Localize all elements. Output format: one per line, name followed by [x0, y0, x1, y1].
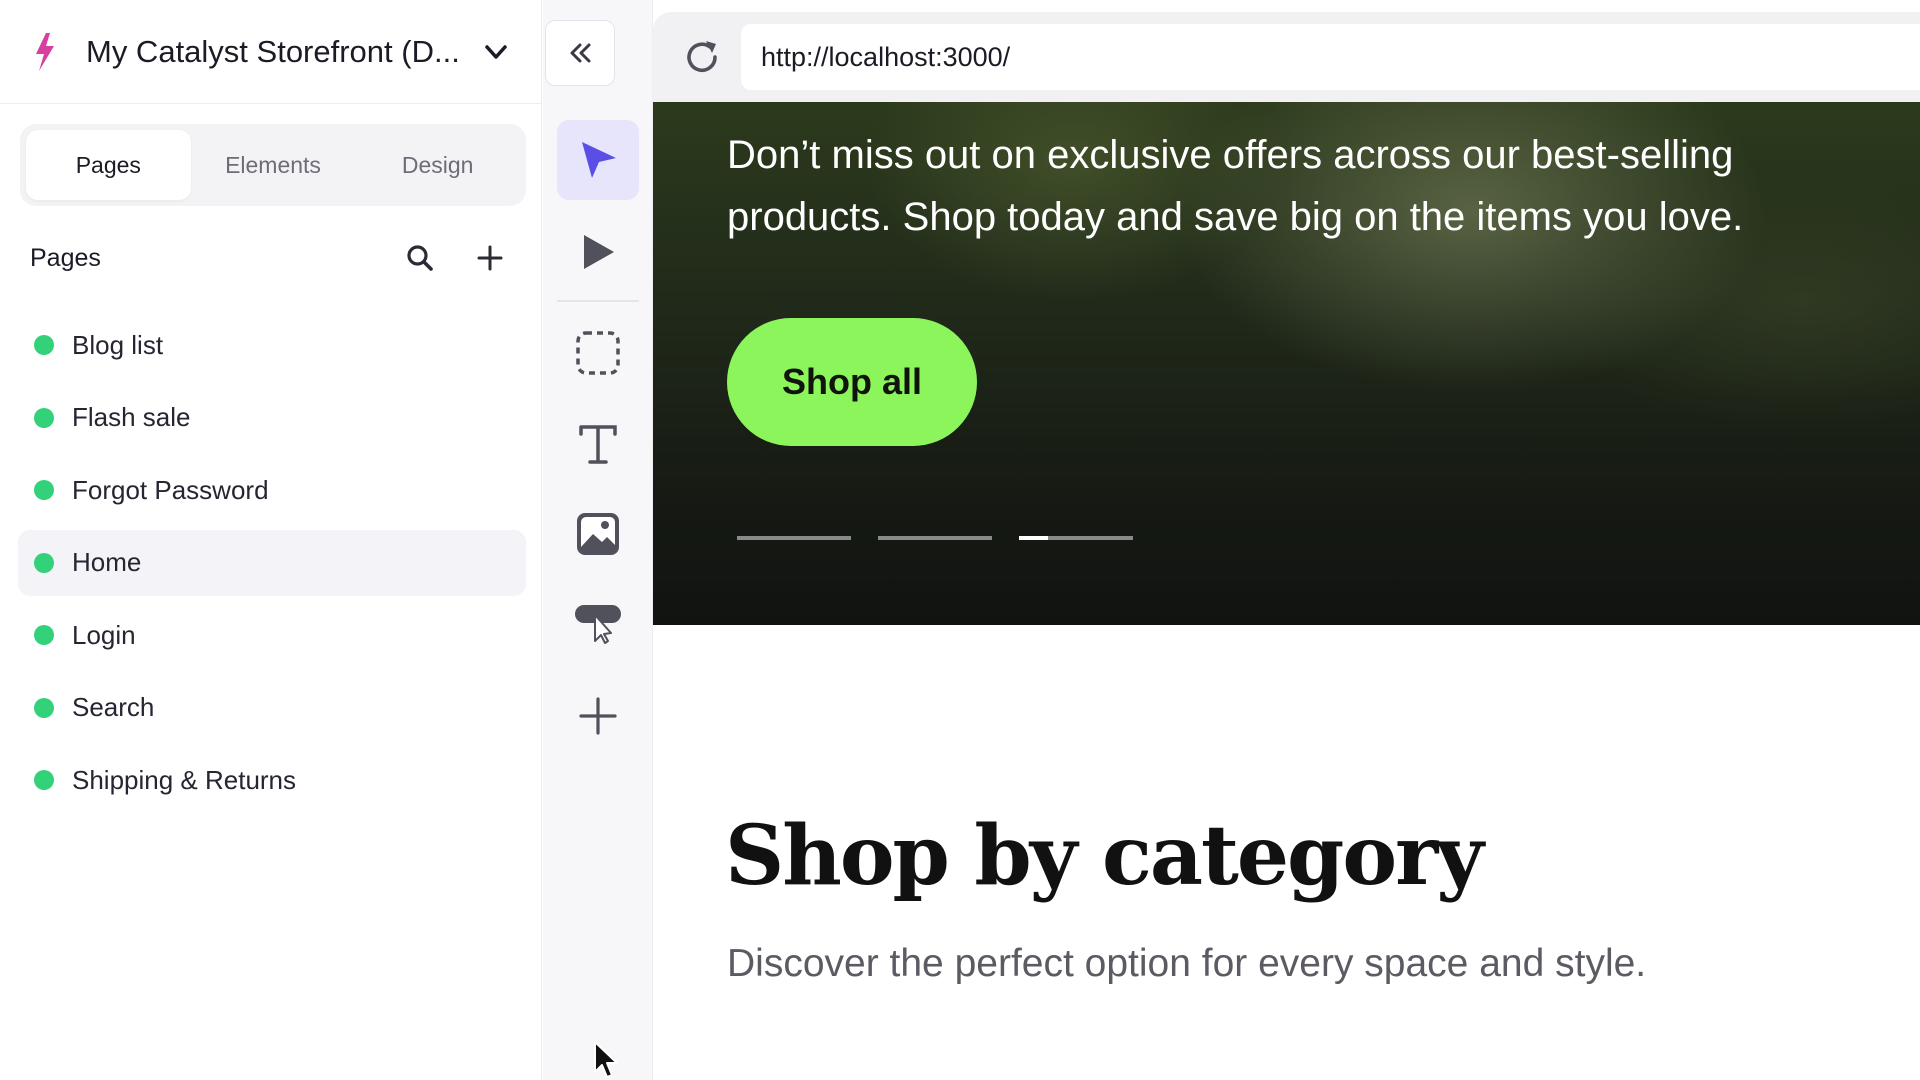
select-tool[interactable]: [557, 120, 639, 200]
plus-icon: [477, 245, 503, 271]
page-item-shipping-returns[interactable]: Shipping & Returns: [18, 747, 526, 813]
lightning-bolt-icon: [36, 32, 54, 71]
plus-icon: [579, 697, 617, 735]
page-label: Flash sale: [72, 402, 191, 432]
pages-heading: Pages: [30, 243, 101, 272]
status-dot: [34, 552, 54, 573]
search-pages-button[interactable]: [398, 236, 442, 280]
text-tool[interactable]: [557, 404, 639, 484]
carousel-indicator-3[interactable]: [1019, 536, 1133, 540]
status-dot: [34, 480, 54, 500]
page-label: Home: [72, 547, 142, 577]
status-dot: [34, 697, 54, 718]
page-label: Blog list: [72, 329, 164, 360]
double-chevron-left-icon: [570, 43, 591, 63]
section-title: Shop by category: [725, 808, 1484, 904]
hero-banner: Don’t miss out on exclusive offers acros…: [653, 102, 1920, 625]
status-dot: [34, 625, 54, 645]
tab-pages[interactable]: Pages: [26, 130, 191, 200]
section-subtitle: Discover the perfect option for every sp…: [727, 942, 1647, 985]
project-name: My Catalyst Storefront (D...: [86, 33, 460, 69]
button-click-icon: [575, 605, 621, 644]
page-label: Forgot Password: [72, 474, 269, 505]
status-dot: [34, 407, 54, 428]
text-icon: [579, 425, 617, 464]
search-icon: [407, 245, 433, 271]
address-bar: [653, 12, 1920, 102]
carousel-indicator-1[interactable]: [737, 536, 851, 540]
page-item-flash-sale[interactable]: Flash sale: [18, 385, 526, 451]
pages-header: Pages: [30, 236, 512, 280]
page-label: Login: [72, 619, 136, 650]
page-label: Shipping & Returns: [72, 764, 297, 795]
page-label: Search: [72, 692, 155, 722]
hero-text: Don’t miss out on exclusive offers acros…: [727, 133, 1744, 239]
dashed-square-icon: [576, 331, 620, 375]
page-item-search[interactable]: Search: [18, 675, 526, 741]
image-icon: [577, 513, 619, 555]
play-icon: [584, 235, 614, 269]
preview-browser: Don’t miss out on exclusive offers acros…: [653, 0, 1920, 1080]
url-input[interactable]: [741, 24, 1920, 90]
button-tool[interactable]: [557, 582, 639, 662]
add-page-button[interactable]: [468, 236, 512, 280]
page-item-login[interactable]: Login: [18, 602, 526, 668]
carousel-progress-3: [1019, 536, 1048, 540]
tab-elements[interactable]: Elements: [191, 130, 356, 200]
panel-tabs: Pages Elements Design: [20, 124, 526, 206]
toolbar-divider: [557, 300, 639, 302]
reload-icon: [687, 41, 717, 73]
page-item-blog-list[interactable]: Blog list: [18, 312, 526, 378]
left-panel: My Catalyst Storefront (D... Pages Eleme…: [0, 0, 542, 1080]
add-tool[interactable]: [557, 676, 639, 756]
carousel-indicator-2[interactable]: [878, 536, 992, 540]
shop-all-button[interactable]: Shop all: [727, 318, 977, 446]
cursor-arrow-icon: [582, 142, 616, 178]
page-list: Blog list Flash sale Forgot Password Hom…: [18, 312, 526, 820]
tab-design[interactable]: Design: [355, 130, 520, 200]
page-item-home[interactable]: Home: [18, 529, 526, 596]
chevron-down-icon[interactable]: [480, 36, 512, 68]
status-dot: [34, 335, 54, 355]
project-switcher[interactable]: My Catalyst Storefront (D...: [0, 0, 542, 104]
tool-rail: [543, 0, 653, 1080]
carousel-indicators: [737, 536, 1160, 540]
reload-button[interactable]: [677, 32, 727, 82]
status-dot: [34, 770, 54, 790]
preview-tool[interactable]: [557, 212, 639, 292]
image-tool[interactable]: [557, 494, 639, 574]
page-item-forgot-password[interactable]: Forgot Password: [18, 457, 526, 523]
box-tool[interactable]: [557, 313, 639, 393]
collapse-panel-button[interactable]: [545, 20, 615, 86]
